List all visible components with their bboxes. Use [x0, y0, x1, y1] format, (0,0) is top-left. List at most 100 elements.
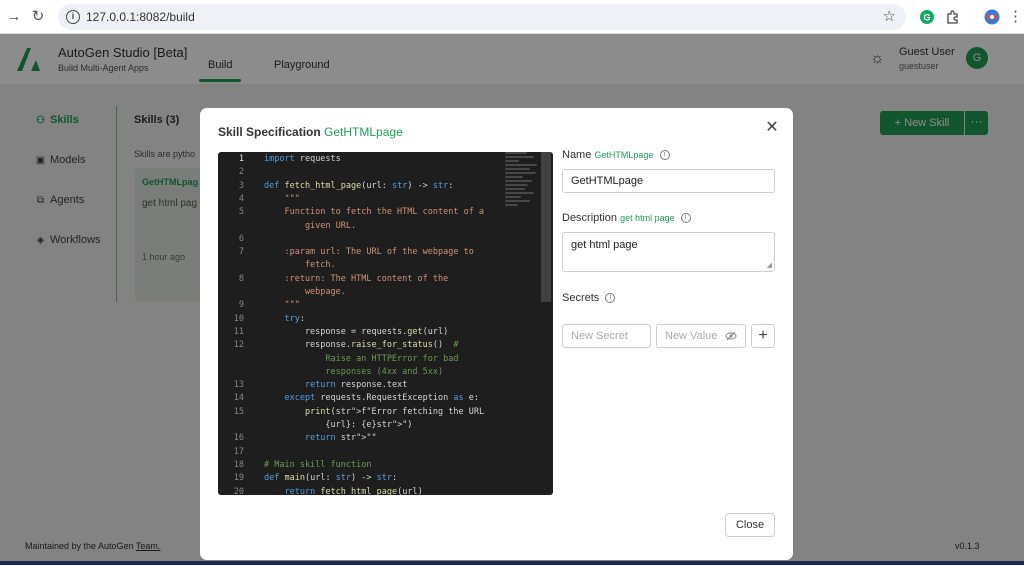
code-line[interactable]: 9 """	[218, 299, 508, 312]
name-label-value: GetHTMLpage	[594, 150, 654, 160]
extensions-icon[interactable]	[945, 9, 961, 25]
new-secret-input[interactable]: New Secret	[562, 324, 651, 348]
site-info-icon[interactable]: i	[66, 10, 80, 24]
line-number: 11	[233, 326, 244, 337]
code-line[interactable]: 1 import requests	[218, 153, 508, 166]
code-line[interactable]: 13 return response.text	[218, 379, 508, 392]
code-line[interactable]: 6	[218, 233, 508, 246]
code-text: responses (4xx and 5xx)	[264, 366, 444, 377]
grammarly-extension-icon[interactable]: G	[919, 9, 935, 25]
modal-title-skill-name: GetHTMLpage	[324, 125, 403, 139]
address-bar[interactable]: i 127.0.0.1:8082/build ☆	[58, 4, 906, 30]
line-number: 20	[233, 486, 244, 496]
code-line[interactable]: 10 try:	[218, 313, 508, 326]
name-label-text: Name	[562, 149, 592, 161]
code-line[interactable]: 2	[218, 166, 508, 179]
close-icon[interactable]: ✕	[764, 120, 780, 136]
taskbar-edge	[0, 561, 1024, 565]
close-button[interactable]: Close	[725, 513, 775, 537]
code-line[interactable]: 15 print(str">f"Error fetching the URL	[218, 406, 508, 419]
code-line[interactable]: 19 def main(url: str) -> str:	[218, 472, 508, 485]
code-line[interactable]: 20 return fetch_html_page(url)	[218, 486, 508, 496]
name-label: Name GetHTMLpage i	[562, 149, 670, 161]
code-text: webpage.	[264, 287, 346, 297]
resize-handle-icon[interactable]: ◢	[767, 261, 772, 269]
description-label: Description get html page i	[562, 212, 691, 224]
code-editor[interactable]: 1 import requests 2 3 def fetch_html_page(ur…	[218, 152, 553, 495]
skill-specification-modal: Skill Specification GetHTMLpage ✕ 1 impor…	[200, 108, 793, 560]
eye-slash-icon[interactable]	[725, 330, 737, 342]
description-label-text: Description	[562, 212, 618, 224]
code-line[interactable]: 8 :return: The HTML content of the	[218, 273, 508, 286]
info-icon[interactable]: i	[605, 293, 616, 304]
line-number: 3	[238, 180, 244, 191]
name-field[interactable]: GetHTMLpage	[562, 169, 775, 193]
description-field[interactable]: get html page ◢	[562, 232, 775, 272]
line-number: 18	[233, 459, 244, 470]
code-minimap[interactable]	[505, 152, 541, 212]
line-number: 9	[238, 300, 244, 311]
code-text: return fetch_html_page(url)	[284, 486, 423, 496]
code-text: return str">""	[304, 433, 377, 444]
modal-title-text: Skill Specification	[218, 125, 321, 139]
menu-icon[interactable]: ⋮	[1008, 7, 1023, 27]
code-line[interactable]: 18 # Main skill function	[218, 459, 508, 472]
editor-scrollbar[interactable]	[541, 152, 551, 302]
code-text: response = requests.get(url)	[264, 326, 449, 337]
code-text: import requests	[264, 154, 341, 164]
code-text: return response.text	[304, 380, 408, 391]
forward-arrow-icon[interactable]: →	[4, 7, 24, 27]
info-icon[interactable]: i	[680, 213, 691, 224]
code-text: :return: The HTML content of the	[264, 273, 449, 284]
code-line[interactable]: given URL.	[218, 220, 508, 233]
code-text: """	[264, 193, 300, 204]
secrets-label-text: Secrets	[562, 292, 600, 304]
url-text: 127.0.0.1:8082/build	[86, 10, 195, 24]
code-line[interactable]: webpage.	[218, 286, 508, 299]
code-line[interactable]: {url}: {e}str">")	[218, 419, 508, 432]
reload-icon[interactable]: ↻	[28, 7, 48, 27]
code-text: given URL.	[264, 220, 357, 231]
code-line[interactable]: 11 response = requests.get(url)	[218, 326, 508, 339]
info-icon[interactable]: i	[659, 150, 670, 161]
code-text: Raise an HTTPError for bad	[264, 353, 459, 364]
code-line[interactable]: 7 :param url: The URL of the webpage to	[218, 246, 508, 259]
code-line[interactable]: Raise an HTTPError for bad	[218, 353, 508, 366]
code-line[interactable]: 12 response.raise_for_status() #	[218, 339, 508, 352]
code-line[interactable]: 4 """	[218, 193, 508, 206]
modal-title: Skill Specification GetHTMLpage	[218, 125, 403, 139]
code-text: try:	[284, 313, 305, 324]
code-text: # Main skill function	[264, 459, 372, 470]
code-line[interactable]: responses (4xx and 5xx)	[218, 366, 508, 379]
code-text: def main(url: str) -> str:	[264, 473, 398, 484]
code-text: fetch.	[264, 260, 336, 271]
line-number: 1	[238, 154, 244, 164]
line-number: 15	[233, 406, 244, 417]
browser-toolbar: → ↻ i 127.0.0.1:8082/build ☆ G ⋮	[0, 0, 1024, 34]
line-number: 13	[233, 380, 244, 391]
code-line[interactable]: 16 return str">""	[218, 432, 508, 445]
bookmark-star-icon[interactable]: ☆	[883, 7, 896, 25]
code-text: print(str">f"Error fetching the URL	[304, 406, 485, 417]
profile-icon[interactable]	[984, 9, 1000, 25]
code-line[interactable]: 17	[218, 446, 508, 459]
code-line[interactable]: 14 except requests.RequestException as e…	[218, 392, 508, 405]
code-text: {url}: {e}str">")	[264, 420, 413, 430]
code-text: Function to fetch the HTML content of a	[264, 207, 485, 218]
line-number: 2	[238, 167, 244, 178]
code-text: except requests.RequestException as e:	[284, 393, 479, 404]
code-text: def fetch_html_page(url: str) -> str:	[264, 180, 454, 191]
line-number: 17	[233, 446, 244, 457]
line-number: 19	[233, 473, 244, 484]
code-line[interactable]: fetch.	[218, 259, 508, 272]
line-number: 12	[233, 340, 244, 351]
description-label-value: get html page	[620, 213, 675, 223]
add-secret-button[interactable]: +	[751, 324, 775, 348]
code-line[interactable]: 3 def fetch_html_page(url: str) -> str:	[218, 180, 508, 193]
code-text: """	[264, 300, 300, 311]
svg-text:G: G	[923, 13, 930, 23]
secrets-label: Secrets i	[562, 292, 616, 304]
line-number: 7	[238, 247, 244, 258]
code-line[interactable]: 5 Function to fetch the HTML content of …	[218, 206, 508, 219]
line-number: 4	[238, 193, 244, 204]
